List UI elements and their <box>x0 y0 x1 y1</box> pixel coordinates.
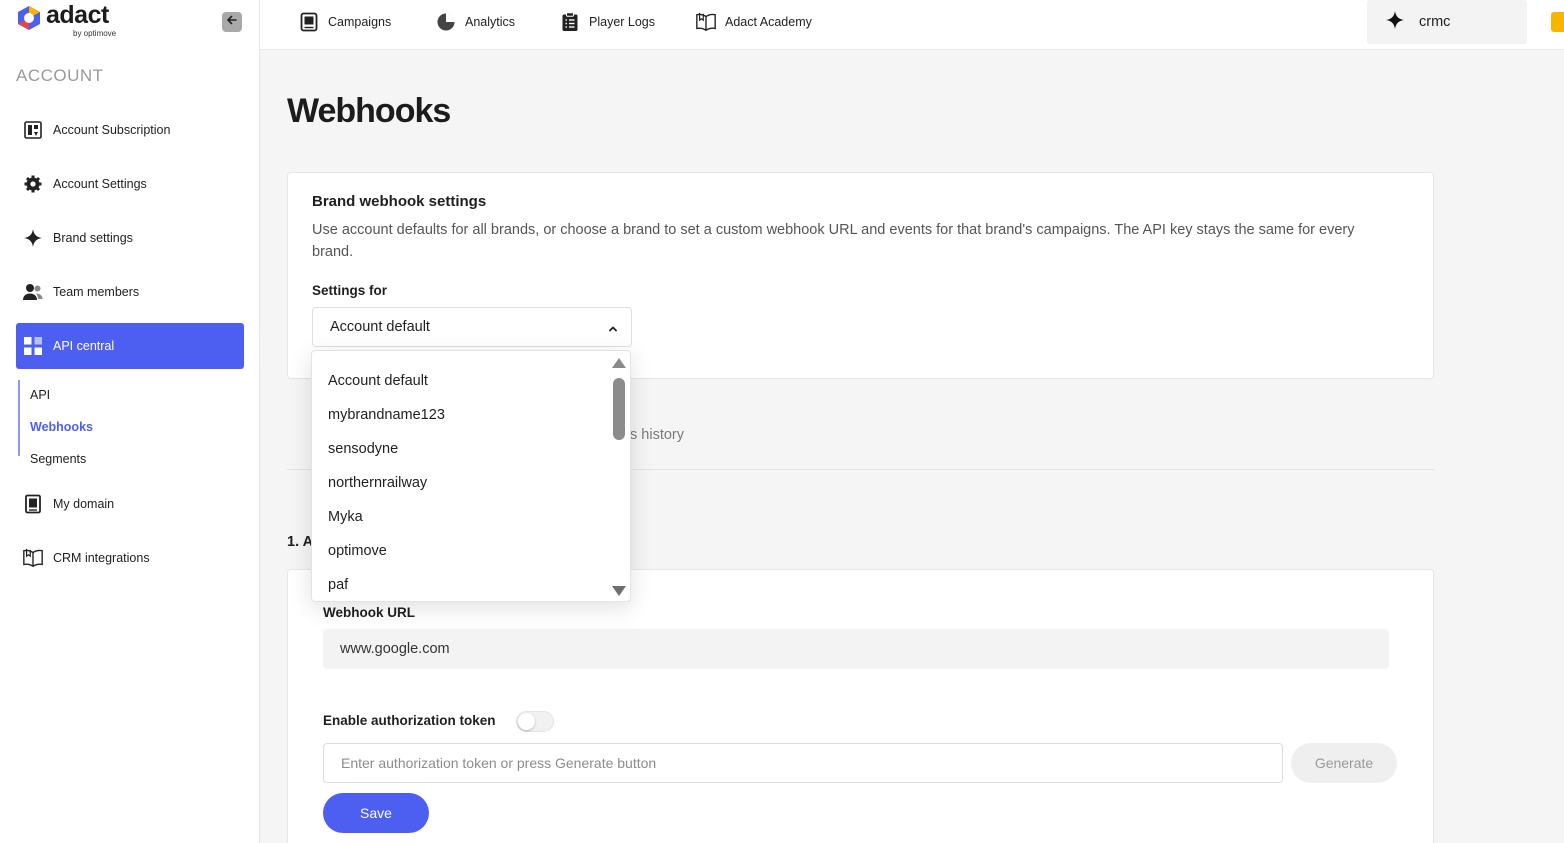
chevron-up-icon <box>608 322 618 338</box>
adact-logo-icon <box>16 5 42 31</box>
gear-icon <box>22 173 44 195</box>
sidebar-item-label: Account Subscription <box>53 123 171 137</box>
api-sub-nav: API Webhooks Segments <box>16 376 244 466</box>
settings-for-select[interactable]: Account default <box>312 307 632 347</box>
notification-tab[interactable] <box>1551 12 1564 32</box>
section-title: ACCOUNT <box>16 66 104 85</box>
brand-webhook-settings-card: Brand webhook settings Use account defau… <box>287 172 1434 379</box>
tab-history[interactable]: s history <box>630 427 684 443</box>
sub-item-api[interactable]: API <box>30 388 50 402</box>
logo-name: adact <box>46 1 109 29</box>
sidebar-item-label: API central <box>53 339 115 353</box>
book-icon <box>695 11 717 33</box>
auth-token-toggle[interactable] <box>516 711 554 732</box>
sidebar-item-brand-settings[interactable]: Brand settings <box>16 215 244 261</box>
page-title: Webhooks <box>287 92 451 130</box>
top-nav-player-logs[interactable]: Player Logs <box>559 10 655 34</box>
card-description: Use account defaults for all brands, or … <box>312 222 1355 260</box>
sidebar-item-label: Team members <box>53 285 140 299</box>
sidebar-item-label: Account Settings <box>53 177 147 191</box>
sub-item-webhooks[interactable]: Webhooks <box>30 420 93 434</box>
sidebar-item-account-settings[interactable]: Account Settings <box>16 161 244 207</box>
toggle-knob <box>518 713 535 730</box>
logo[interactable]: adact by optimove <box>16 1 117 38</box>
arrow-left-icon <box>226 13 238 31</box>
top-nav-label: Analytics <box>465 15 516 29</box>
sidebar-item-label: CRM integrations <box>53 551 150 565</box>
card-title: Brand webhook settings <box>312 193 487 210</box>
top-bar: Campaigns Analytics Player Logs Adact Ac… <box>260 0 1564 50</box>
pie-chart-icon <box>435 11 457 33</box>
book-icon <box>22 547 44 569</box>
auth-token-input[interactable]: Enter authorization token or press Gener… <box>323 743 1283 783</box>
brand-selector[interactable]: crmc <box>1367 0 1527 44</box>
dropdown-option[interactable]: Account default <box>328 373 428 389</box>
dropdown-option[interactable]: paf <box>328 577 348 593</box>
webhook-url-label: Webhook URL <box>323 605 415 620</box>
top-nav-adact-academy[interactable]: Adact Academy <box>695 10 812 34</box>
users-icon <box>22 281 44 303</box>
sidebar-item-label: Brand settings <box>53 231 133 245</box>
brand-name: crmc <box>1419 14 1451 30</box>
sidebar-item-api-central[interactable]: API central <box>16 323 244 369</box>
sidebar-item-account-subscription[interactable]: Account Subscription <box>16 107 244 153</box>
logo-subtitle: by optimove <box>73 29 117 38</box>
dropdown-option[interactable]: Myka <box>328 509 363 525</box>
top-nav-label: Campaigns <box>328 15 392 29</box>
grid-icon <box>22 335 44 357</box>
brand-dropdown-menu: Account default mybrandname123 sensodyne… <box>311 350 631 602</box>
top-nav-analytics[interactable]: Analytics <box>435 10 515 34</box>
auth-token-label: Enable authorization token <box>323 713 496 728</box>
sidebar-item-crm-integrations[interactable]: CRM integrations <box>16 535 244 581</box>
save-button[interactable]: Save <box>323 793 429 833</box>
select-value: Account default <box>330 319 430 335</box>
token-placeholder: Enter authorization token or press Gener… <box>341 755 657 771</box>
dropdown-option[interactable]: mybrandname123 <box>328 407 445 423</box>
sparkle-icon <box>1385 10 1405 34</box>
sparkle-icon <box>22 227 44 249</box>
step-label: 1. A <box>287 534 314 550</box>
dropdown-option[interactable]: northernrailway <box>328 475 427 491</box>
sidebar-item-label: My domain <box>53 497 115 511</box>
top-nav-campaigns[interactable]: Campaigns <box>298 10 391 34</box>
sub-nav-line <box>18 380 24 456</box>
domain-icon <box>22 493 44 515</box>
settings-for-label: Settings for <box>312 283 388 298</box>
scroll-down-arrow-icon[interactable] <box>612 586 626 596</box>
dropdown-option[interactable]: optimove <box>328 543 387 559</box>
top-nav-label: Player Logs <box>589 15 656 29</box>
dropdown-option[interactable]: sensodyne <box>328 441 398 457</box>
sidebar: adact by optimove ACCOUNT Account Subscr… <box>0 0 260 843</box>
dropdown-scrollbar-thumb[interactable] <box>613 378 625 440</box>
webhook-config-card <box>287 569 1434 843</box>
webhook-url-input[interactable]: www.google.com <box>323 629 1389 669</box>
generate-button[interactable]: Generate <box>1291 743 1397 783</box>
webhook-url-value: www.google.com <box>340 641 450 657</box>
collapse-sidebar-button[interactable] <box>222 12 242 32</box>
scroll-up-arrow-icon[interactable] <box>612 358 626 368</box>
campaigns-icon <box>298 11 320 33</box>
sidebar-item-my-domain[interactable]: My domain <box>16 481 244 527</box>
subscription-icon <box>22 119 44 141</box>
clipboard-icon <box>559 11 581 33</box>
top-nav-label: Adact Academy <box>725 15 812 29</box>
sub-item-segments[interactable]: Segments <box>30 452 86 466</box>
sidebar-item-team-members[interactable]: Team members <box>16 269 244 315</box>
